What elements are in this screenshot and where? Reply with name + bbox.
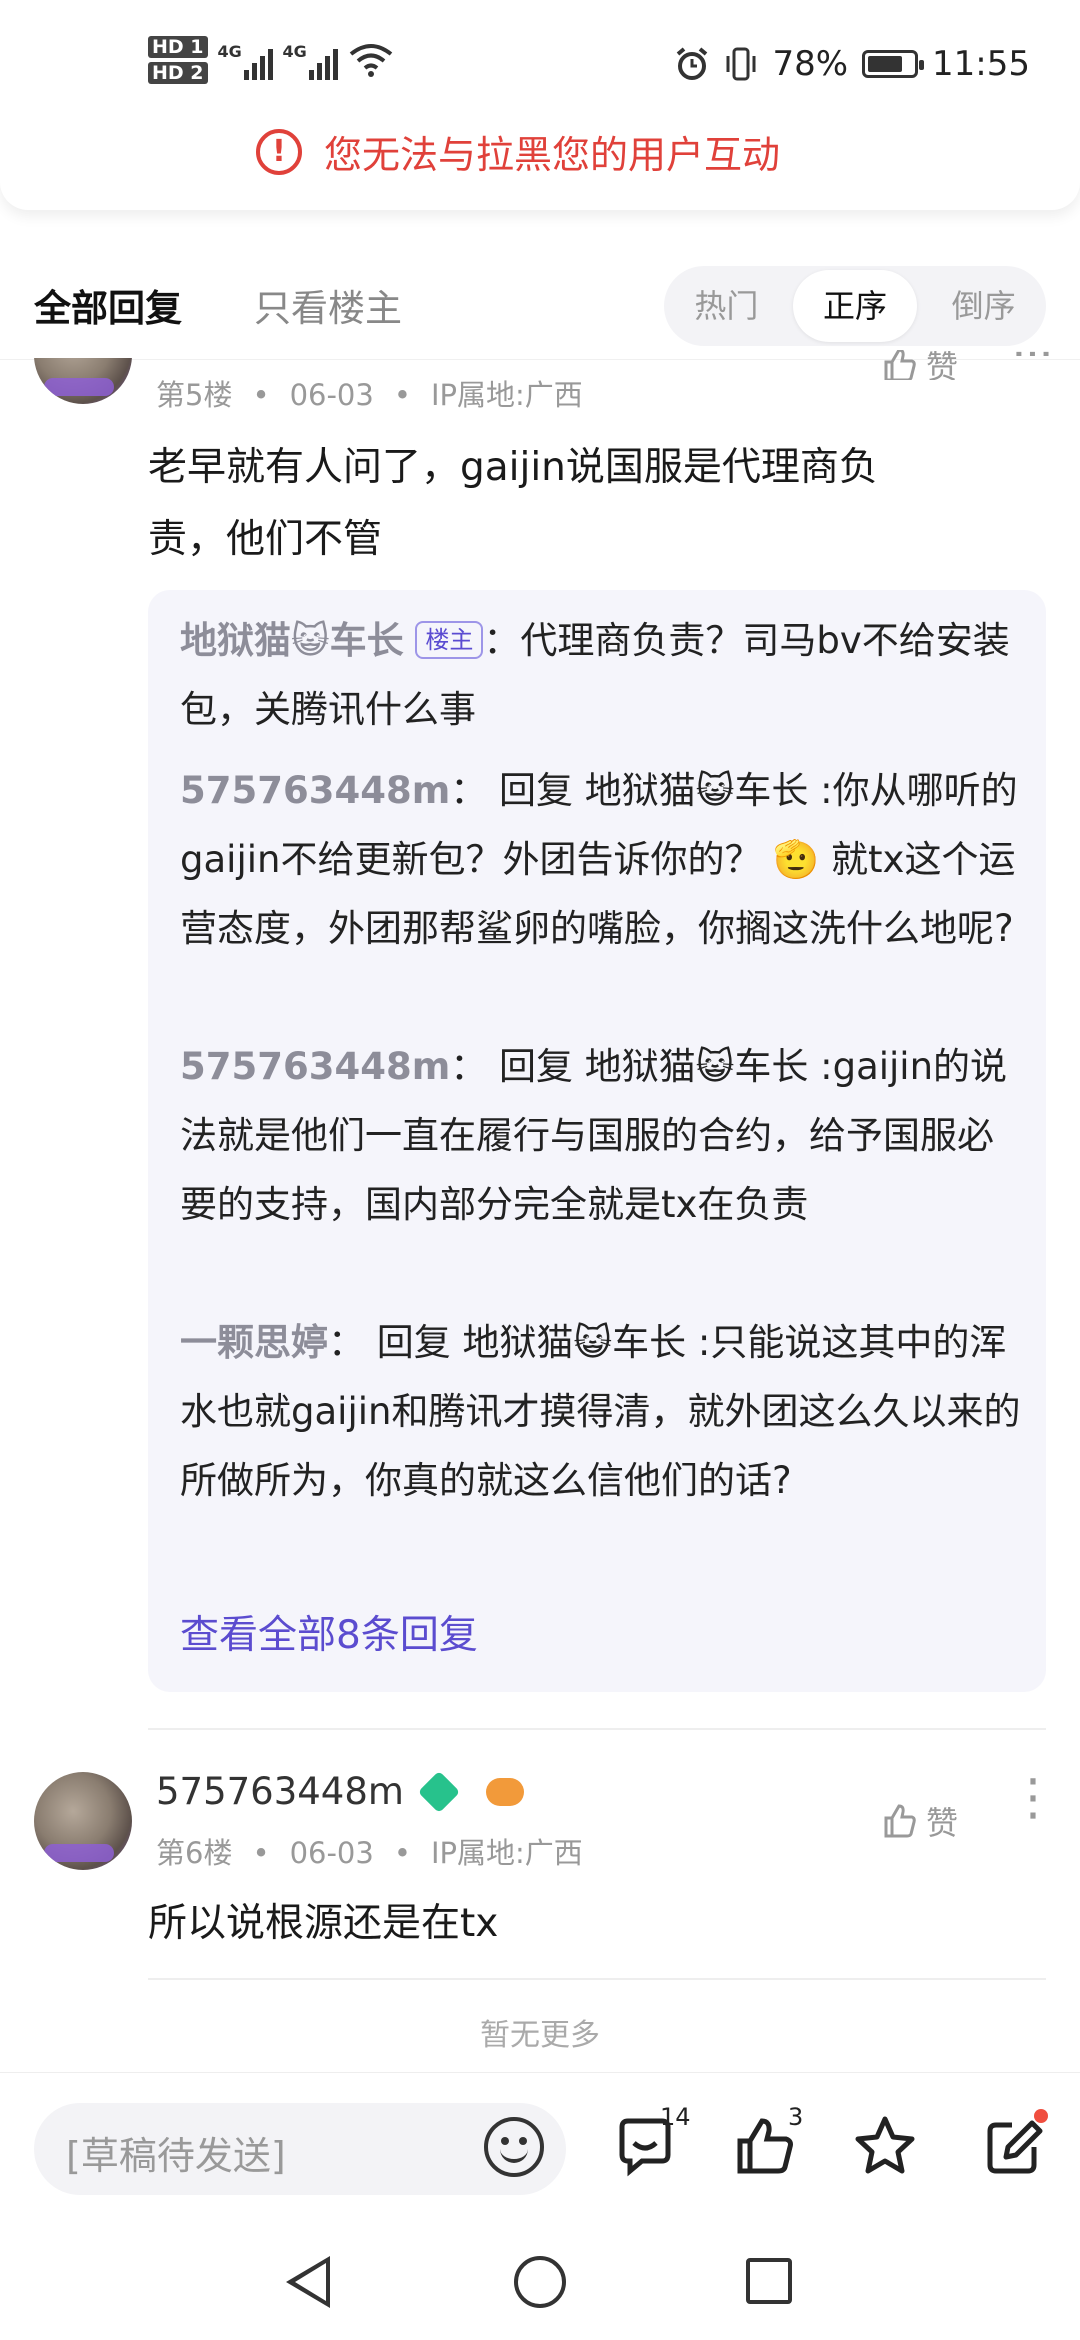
divider [148, 1728, 1046, 1730]
reply-author[interactable]: 地狱猫😺车长 [180, 619, 404, 662]
post5-meta: 第5楼 • 06-03 • IP属地:广西 [156, 378, 583, 412]
star-icon[interactable] [852, 2113, 918, 2179]
sub-reply[interactable]: 575763448m： 回复 地狱猫😺车长 :你从哪听的gaijin不给更新包？… [180, 756, 1022, 963]
tab-op-only[interactable]: 只看楼主 [254, 278, 402, 332]
sub-replies-box: 地狱猫😺车长 楼主 ：代理商负责？司马bv不给安装包，关腾讯什么事 5757634… [148, 590, 1046, 1692]
username[interactable]: 575763448m [156, 1770, 404, 1813]
post5-more-icon[interactable]: ⋮ [1010, 334, 1056, 384]
thumbs-up-icon [884, 350, 916, 380]
sort-descending[interactable]: 倒序 [921, 270, 1046, 342]
reply-tabs: 全部回复 只看楼主 热门 正序 倒序 [0, 260, 1080, 360]
bottom-action-bar: [草稿待发送] 14 3 [0, 2072, 1080, 2222]
view-all-replies-link[interactable]: 查看全部8条回复 [180, 1604, 478, 1660]
notification-dot [1034, 2109, 1048, 2123]
clock: 11:55 [932, 44, 1030, 84]
warning-message: ! 您无法与拉黑您的用户互动 [256, 124, 780, 179]
draft-placeholder: [草稿待发送] [66, 2134, 286, 2178]
gamepad-icon [485, 1777, 524, 1806]
block-warning-banner: HD 1 HD 2 4G 4G 78% 11:55 ! 您无法与拉黑您的用户互动 [0, 0, 1080, 210]
post5-like-button[interactable]: 赞 [880, 350, 958, 380]
like-count: 3 [788, 2103, 804, 2131]
battery-percent: 78% [772, 44, 849, 84]
reply-author[interactable]: 575763448m [180, 769, 450, 812]
exclamation-circle-icon: ! [256, 128, 302, 175]
reply-author[interactable]: 一颗思婷 [180, 1321, 328, 1364]
back-icon[interactable] [286, 2256, 330, 2308]
diamond-level-icon [417, 1770, 461, 1813]
sort-ascending[interactable]: 正序 [792, 270, 918, 342]
signal-icon-1: 4G [218, 40, 273, 80]
home-icon[interactable] [514, 2256, 566, 2308]
system-nav-bar [0, 2222, 1080, 2340]
hd2-badge: HD 2 [148, 62, 208, 84]
sort-toggle: 热门 正序 倒序 [664, 266, 1046, 346]
thumbs-up-icon [884, 1804, 916, 1838]
reply-author[interactable]: 575763448m [180, 1045, 450, 1088]
post5-content-line: 老早就有人问了，gaijin说国服是代理商负 [148, 445, 878, 490]
ip-location: IP属地:广西 [430, 378, 583, 412]
recents-icon[interactable] [746, 2258, 792, 2304]
no-more-text: 暂无更多 [480, 2018, 600, 2053]
like-label: 赞 [926, 1804, 959, 1842]
post6-meta: 第6楼 • 06-03 • IP属地:广西 [156, 1836, 583, 1870]
emoji-icon[interactable] [484, 2117, 544, 2177]
post6-content: 所以说根源还是在tx [148, 1901, 499, 1946]
floor-label: 第6楼 [156, 1836, 233, 1870]
post6-user[interactable]: 575763448m [156, 1770, 524, 1813]
warning-text: 您无法与拉黑您的用户互动 [324, 133, 781, 177]
status-bar: HD 1 HD 2 4G 4G 78% 11:55 [0, 0, 1080, 120]
tab-all-replies[interactable]: 全部回复 [34, 278, 182, 332]
post5-content: 老早就有人问了，gaijin说国服是代理商负 责，他们不管 [148, 432, 878, 576]
post6-more-icon[interactable]: ⋮ [1008, 1772, 1058, 1822]
sub-reply[interactable]: 575763448m： 回复 地狱猫😺车长 :gaijin的说法就是他们一直在履… [180, 1032, 1022, 1239]
signal-icon-2: 4G [283, 40, 338, 80]
alarm-icon [677, 47, 708, 80]
post6-like-button[interactable]: 赞 [880, 1798, 958, 1844]
sort-hot[interactable]: 热门 [664, 270, 789, 342]
post-date: 06-03 [289, 378, 374, 412]
battery-icon [862, 50, 925, 78]
sub-reply[interactable]: 一颗思婷： 回复 地狱猫😺车长 :只能说这其中的浑水也就gaijin和腾讯才摸得… [180, 1308, 1022, 1515]
like-label: 赞 [926, 350, 959, 380]
divider [148, 1978, 1046, 1980]
edit-share-icon[interactable] [980, 2113, 1046, 2179]
floor-label: 第5楼 [156, 378, 233, 412]
wifi-icon [349, 44, 392, 77]
hd1-badge: HD 1 [148, 36, 208, 58]
vibrate-icon [726, 47, 756, 81]
comment-count: 14 [660, 2103, 691, 2131]
ip-location: IP属地:广西 [430, 1836, 583, 1870]
post5-content-line: 责，他们不管 [148, 517, 383, 562]
status-right: 78% 11:55 [674, 44, 1030, 84]
hd-badges: HD 1 HD 2 [148, 36, 208, 84]
sub-reply[interactable]: 地狱猫😺车长 楼主 ：代理商负责？司马bv不给安装包，关腾讯什么事 [180, 606, 1022, 744]
op-badge: 楼主 [415, 621, 484, 659]
post-date: 06-03 [289, 1836, 374, 1870]
avatar[interactable] [34, 1772, 132, 1870]
reply-draft-input[interactable]: [草稿待发送] [34, 2103, 566, 2195]
signal-indicators: HD 1 HD 2 4G 4G [148, 36, 394, 84]
